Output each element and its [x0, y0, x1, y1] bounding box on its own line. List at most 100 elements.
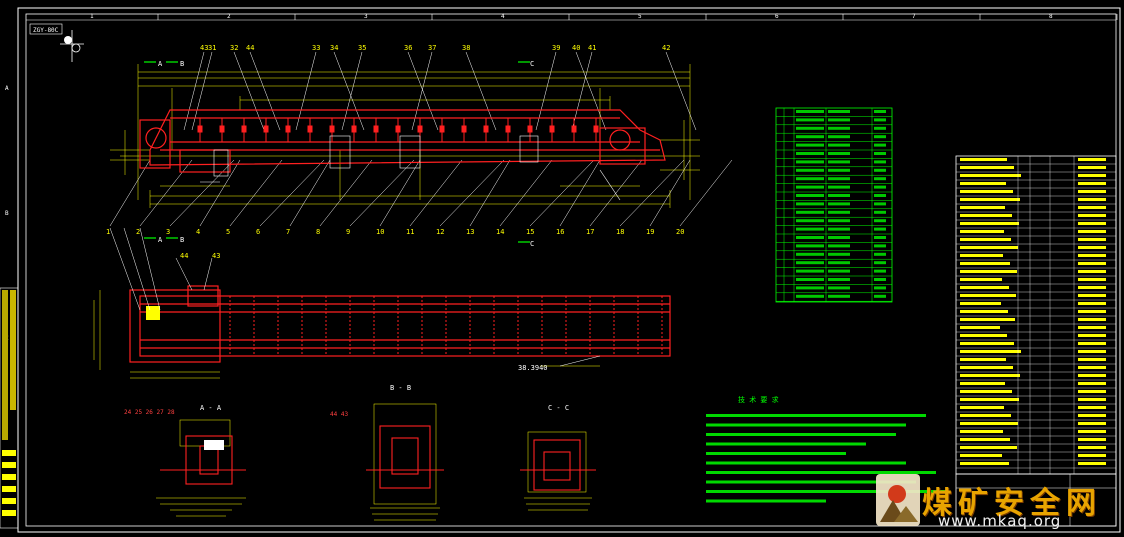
- callout-bottom: 3: [166, 228, 170, 236]
- table-cell-text: [796, 126, 824, 130]
- table-cell-text: [874, 252, 886, 256]
- bom-cell-text: [1078, 366, 1106, 369]
- bom-cell-text: [1078, 206, 1106, 209]
- bom-cell-text: [960, 190, 1013, 193]
- scraper-link: [527, 125, 533, 133]
- table-cell-text: [796, 118, 824, 122]
- leader-line: [559, 159, 601, 227]
- bill-of-materials: [955, 155, 1117, 475]
- ucs-icon: [60, 30, 84, 62]
- callout-labels-top: 31 32 33 34 35 36 37 38 39 40 41 42 43 44: [200, 44, 670, 52]
- bom-cell-text: [960, 350, 1021, 353]
- table-cell-text: [828, 294, 850, 298]
- table-cell-text: [796, 135, 824, 139]
- bom-cell-text: [1078, 438, 1106, 441]
- bom-cell-text: [1078, 374, 1106, 377]
- bom-cell-text: [1078, 462, 1106, 465]
- callout-labels-bottom: 1 2 3 4 5 6 7 8 9 10 11 12 13 14 15 16 17 18 19 20: [106, 228, 684, 236]
- table-cell-text: [828, 168, 850, 172]
- bom-cell-text: [1078, 454, 1106, 457]
- table-cell-text: [796, 177, 824, 181]
- bom-cell-text: [960, 430, 1003, 433]
- bom-cell-text: [960, 214, 1012, 217]
- scraper-link: [593, 125, 599, 133]
- table-cell-text: [796, 160, 824, 164]
- section-a-a: A - A 24 25 26 27 28: [124, 404, 246, 517]
- table-cell-text: [874, 227, 886, 231]
- bom-cell-text: [1078, 166, 1106, 169]
- callout-bottom: 12: [436, 228, 444, 236]
- bom-cell-text: [1078, 238, 1106, 241]
- table-cell-text: [874, 286, 886, 290]
- scraper-link: [219, 125, 225, 133]
- leader-line: [469, 159, 511, 227]
- scraper-link: [505, 125, 511, 133]
- cad-drawing-canvas: 12345678 ABC ZGY-80C: [0, 7, 1121, 533]
- callout-bottom: 17: [586, 228, 594, 236]
- drawing-tag: ZGY-80C: [33, 27, 59, 34]
- table-cell-text: [874, 236, 886, 239]
- bom-cell-text: [1078, 414, 1106, 417]
- callout-bottom: 19: [646, 228, 654, 236]
- table-cell-text: [828, 252, 850, 256]
- callout-top: 38: [462, 44, 470, 52]
- bom-cell-text: [960, 310, 1008, 313]
- zone-letter: A: [5, 85, 9, 92]
- table-cell-text: [796, 269, 824, 273]
- table-cell-text: [874, 219, 886, 223]
- scraper-link: [351, 125, 357, 133]
- section-b-b: B - B 44 43: [330, 384, 444, 521]
- leader-line: [619, 159, 685, 227]
- bom-cell-text: [960, 390, 1012, 393]
- note-line: [706, 423, 906, 427]
- scraper-link: [549, 125, 555, 133]
- table-cell-text: [828, 118, 850, 122]
- callout-bottom: 1: [106, 228, 110, 236]
- callout-top: 31: [208, 44, 216, 52]
- table-cell-text: [828, 236, 850, 239]
- bom-cell-text: [1078, 318, 1106, 321]
- table-cell-text: [828, 202, 850, 206]
- callout-top: 40: [572, 44, 580, 52]
- bom-cell-text: [960, 438, 1010, 441]
- callout-top: 32: [230, 44, 238, 52]
- leader-line: [439, 159, 505, 227]
- scraper-link: [241, 125, 247, 133]
- callout-bottom: 11: [406, 228, 414, 236]
- bom-cell-text: [960, 454, 1002, 457]
- bom-cell-text: [1078, 406, 1106, 409]
- section-b-callouts: 44 43: [330, 411, 348, 418]
- callout-top: 33: [312, 44, 320, 52]
- table-cell-text: [796, 219, 824, 223]
- table-cell-text: [874, 210, 886, 214]
- table-cell-text: [796, 286, 824, 290]
- bom-cell-text: [960, 246, 1018, 249]
- table-cell-text: [874, 261, 886, 265]
- callout-top: 42: [662, 44, 670, 52]
- note-line: [706, 414, 926, 417]
- table-cell-text: [828, 110, 850, 113]
- table-cell-text: [796, 168, 824, 172]
- table-cell-text: [828, 227, 850, 231]
- note-line: [706, 461, 906, 465]
- bom-cell-text: [960, 342, 1014, 345]
- table-cell-text: [874, 143, 886, 147]
- scraper-link: [395, 125, 401, 133]
- plan-dimension: 38.3940: [518, 364, 548, 372]
- bom-cell-text: [960, 238, 1011, 241]
- table-cell-text: [828, 194, 850, 197]
- bom-cell-text: [1078, 254, 1106, 257]
- callout-bottom: 15: [526, 228, 534, 236]
- table-cell-text: [874, 202, 886, 206]
- bom-cell-text: [1078, 230, 1106, 233]
- scraper-link: [285, 125, 291, 133]
- leader-line: [199, 159, 241, 227]
- bom-cell-text: [1078, 182, 1106, 185]
- bom-cell-text: [1078, 222, 1106, 225]
- bom-cell-text: [1078, 278, 1106, 281]
- zone-number: 6: [775, 13, 779, 20]
- bom-cell-text: [960, 422, 1018, 425]
- bom-cell-text: [960, 406, 1004, 409]
- table-cell-text: [828, 135, 850, 139]
- leader-line: [409, 159, 463, 227]
